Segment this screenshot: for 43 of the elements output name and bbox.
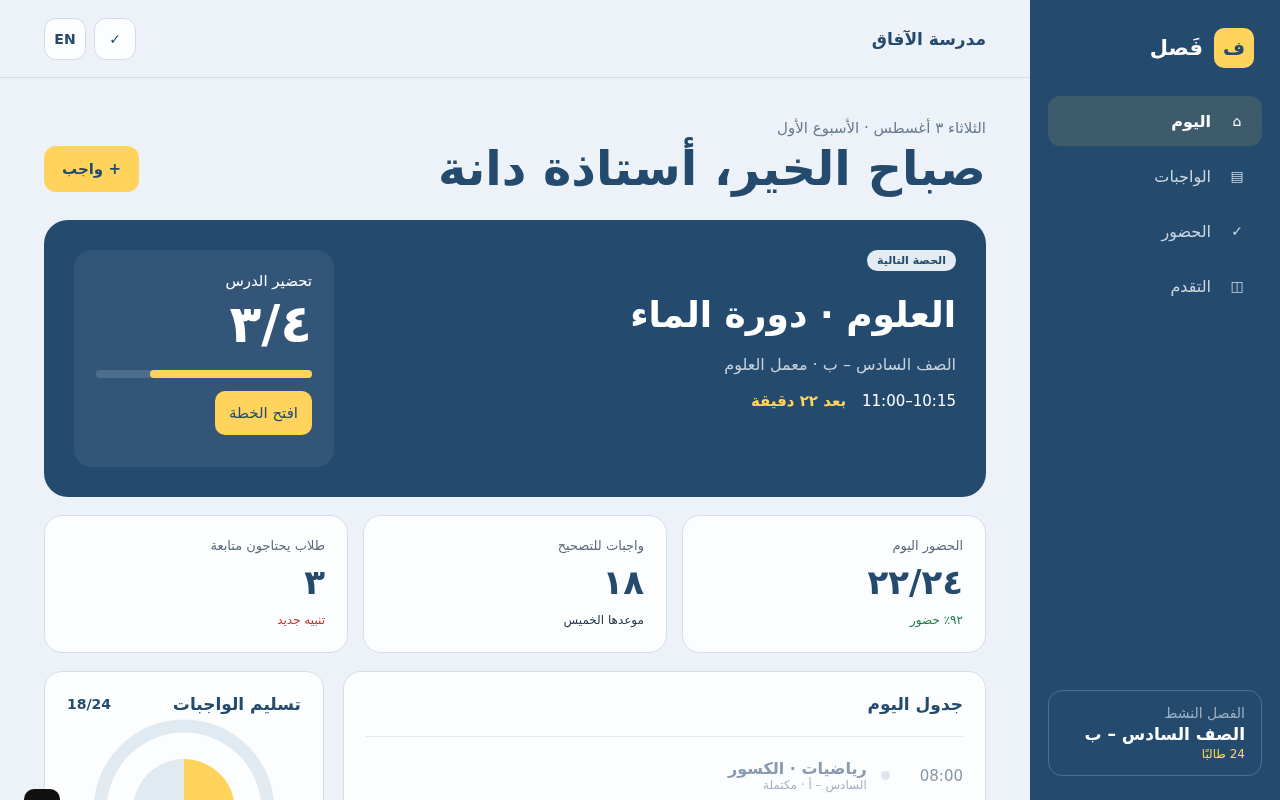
stat-label: طلاب يحتاجون متابعة xyxy=(210,538,325,553)
lesson-time: 10:15–11:00 xyxy=(862,392,956,410)
lesson-title: العلوم · دورة الماء xyxy=(630,293,956,338)
stat-label: واجبات للتصحيح xyxy=(557,538,644,553)
timeline-dot-icon xyxy=(880,771,890,780)
student-count: 24 طالبًا xyxy=(1200,747,1245,761)
schedule-detail: السادس – أ · مكتملة xyxy=(763,778,867,792)
logo-mark: ف xyxy=(1214,28,1254,68)
lesson-subtitle: الصف السادس – ب · معمل العلوم xyxy=(724,355,956,374)
stat-note: موعدها الخميس xyxy=(563,613,644,627)
open-plan-button[interactable]: افتح الخطة xyxy=(214,391,312,435)
prep-value: ٣/٤ xyxy=(229,293,312,356)
lesson-badge: الحصة التالية xyxy=(867,250,956,271)
greeting-heading: صباح الخير، أستاذة دانة xyxy=(438,138,986,198)
brand-name: فَصل xyxy=(1149,36,1203,60)
submissions-title: تسليم الواجبات xyxy=(172,694,301,714)
columns-icon: ◫ xyxy=(1229,278,1245,294)
nav-item[interactable]: ◫ التقدم xyxy=(1048,261,1262,311)
nav-item[interactable]: ▤ الواجبات xyxy=(1048,151,1262,201)
stat-value: ١٨ xyxy=(602,561,644,604)
stat-note: ٩٢٪ حضور xyxy=(910,613,963,627)
add-assignment-button[interactable]: + واجب xyxy=(44,146,139,192)
stat-value: ٢٢/٢٤ xyxy=(867,561,963,604)
nav-item[interactable]: ⌂ اليوم xyxy=(1048,96,1262,146)
list-icon: ▤ xyxy=(1229,168,1245,184)
check-button[interactable]: ✓ xyxy=(94,17,136,60)
submissions-count: 18/24 xyxy=(67,696,112,712)
stat-label: الحضور اليوم xyxy=(892,538,963,553)
language-button[interactable]: EN xyxy=(44,17,86,60)
countdown-text: بعد ٢٢ دقيقة xyxy=(750,392,847,410)
nav-item[interactable]: ✓ الحضور xyxy=(1048,206,1262,256)
school-name: مدرسة الآفاق xyxy=(871,28,986,49)
active-class-name: الصف السادس – ب xyxy=(1083,724,1245,744)
date-line: الثلاثاء ٣ أغسطس · الأسبوع الأول xyxy=(776,118,986,138)
stat-note: تنبيه جديد xyxy=(277,613,325,627)
schedule-subject: رياضيات · الكسور xyxy=(727,759,867,778)
home-icon: ⌂ xyxy=(1229,113,1245,129)
stat-value: ٣ xyxy=(304,561,325,604)
prep-label: تحضير الدرس xyxy=(225,272,312,290)
check-icon: ✓ xyxy=(1229,223,1245,239)
active-class-label: الفصل النشط xyxy=(1163,705,1245,721)
schedule-time: 08:00 xyxy=(919,766,963,785)
schedule-title: جدول اليوم xyxy=(867,694,963,714)
